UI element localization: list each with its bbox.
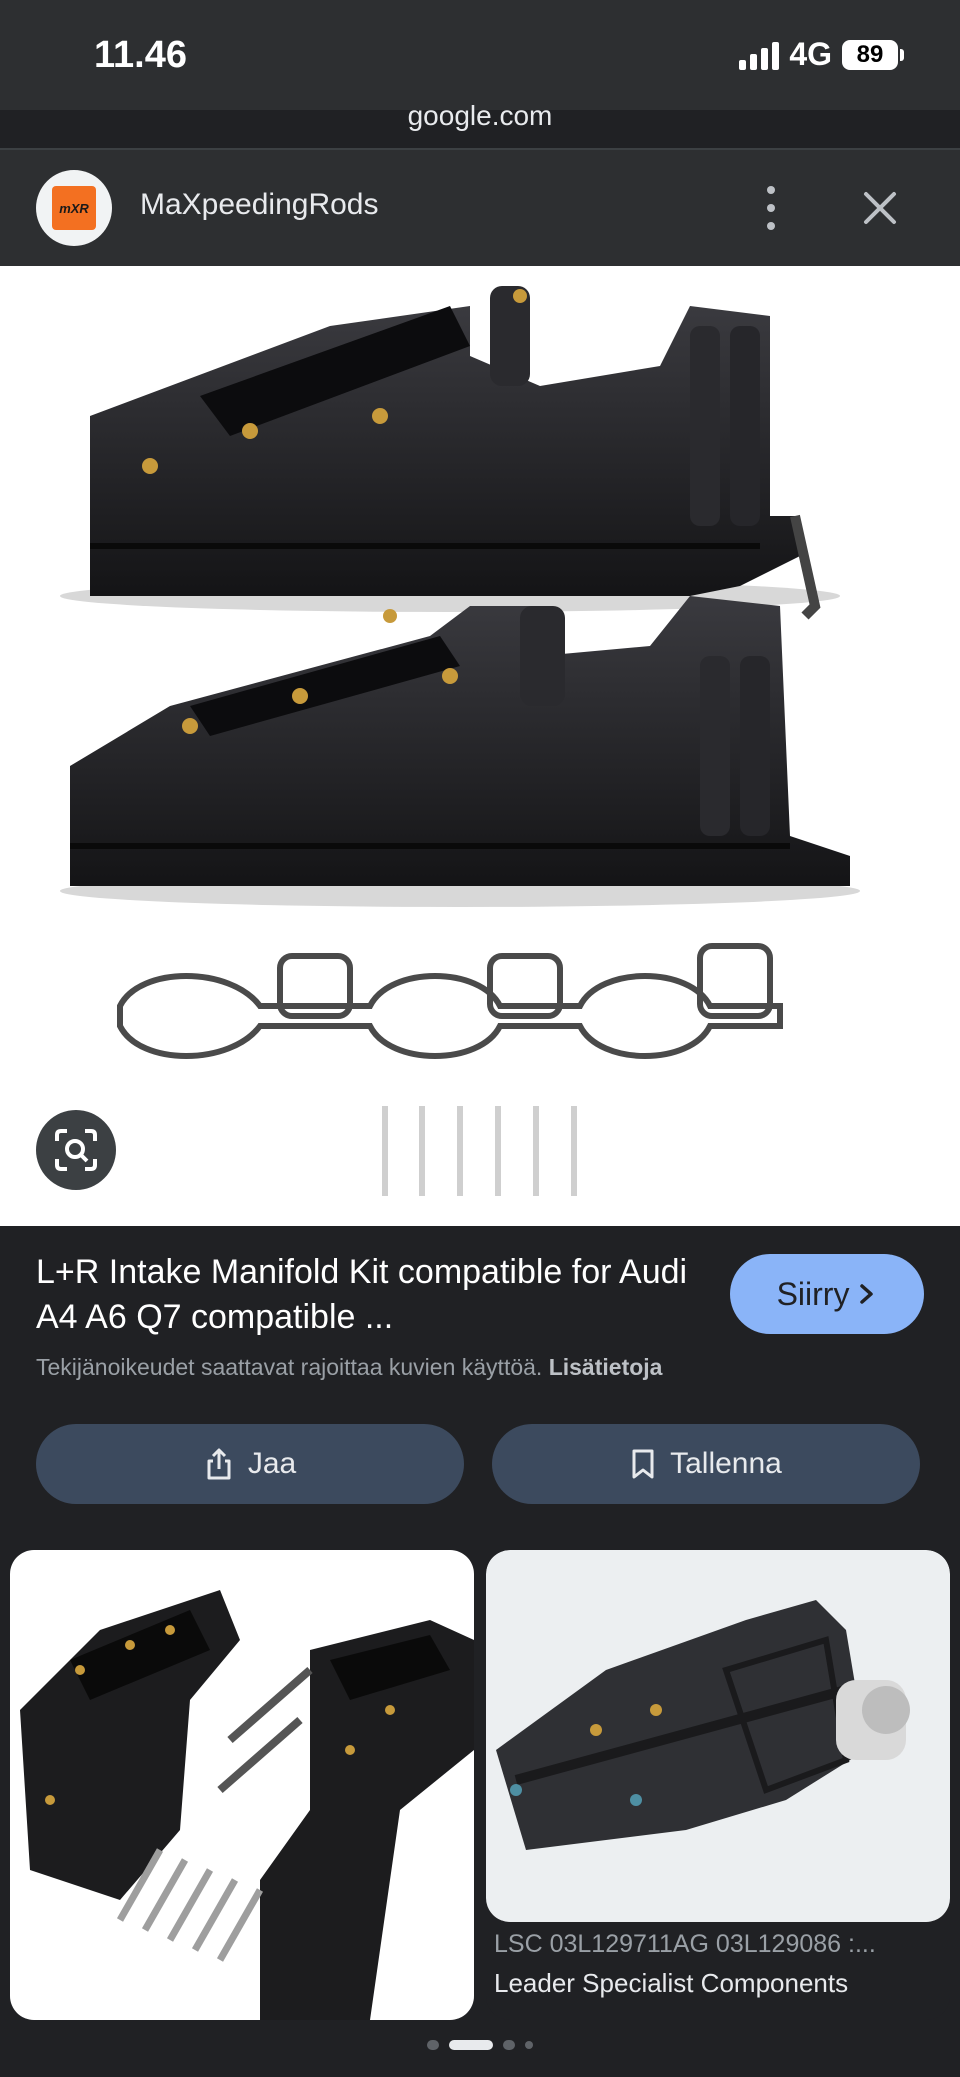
related-image-card[interactable] xyxy=(10,1550,474,2020)
related-image-thumbnail xyxy=(486,1550,950,1922)
url-domain[interactable]: google.com xyxy=(0,100,960,132)
hero-product-image[interactable] xyxy=(0,266,960,1226)
status-time: 11.46 xyxy=(94,34,187,76)
signal-icon xyxy=(739,40,780,70)
battery-level: 89 xyxy=(856,40,884,68)
result-title[interactable]: L+R Intake Manifold Kit compatible for A… xyxy=(36,1250,696,1340)
lens-icon xyxy=(55,1129,97,1171)
chevron-right-icon xyxy=(860,1284,874,1304)
gasket xyxy=(117,943,783,1059)
source-logo-mark: mXR xyxy=(52,186,96,230)
more-options-icon[interactable] xyxy=(756,186,786,230)
status-indicators: 4G 89 xyxy=(739,36,904,73)
manifold-top xyxy=(60,286,840,620)
related-title: LSC 03L129711AG 03L129086 :... xyxy=(494,1930,876,1958)
related-image-manifold-actuator xyxy=(496,1600,910,1850)
visit-button[interactable]: Siirry xyxy=(730,1254,924,1334)
copyright-notice: Tekijänoikeudet saattavat rajoittaa kuvi… xyxy=(36,1354,663,1380)
source-logo[interactable]: mXR xyxy=(36,170,112,246)
bookmark-icon xyxy=(632,1449,654,1479)
carousel-dot xyxy=(503,2040,515,2050)
carousel-dot-active xyxy=(449,2040,493,2050)
status-bar: 11.46 4G 89 xyxy=(0,0,960,110)
related-image-card[interactable]: LSC 03L129711AG 03L129086 :... Leader Sp… xyxy=(486,1550,950,2020)
close-icon[interactable] xyxy=(858,186,902,230)
save-label: Tallenna xyxy=(670,1447,782,1480)
carousel-dot xyxy=(525,2041,533,2049)
source-header: mXR MaXpeedingRods xyxy=(0,150,960,266)
manifold-bottom xyxy=(60,596,860,907)
related-image-manifold-kit xyxy=(20,1590,474,2020)
visit-label: Siirry xyxy=(776,1275,850,1312)
share-button[interactable]: Jaa xyxy=(36,1424,464,1504)
carousel-dot xyxy=(427,2040,439,2050)
share-icon xyxy=(207,1448,231,1480)
carousel-indicator xyxy=(0,2040,960,2050)
share-label: Jaa xyxy=(247,1447,297,1480)
network-type: 4G xyxy=(789,36,832,72)
learn-more-link[interactable]: Lisätietoja xyxy=(549,1354,663,1380)
lens-search-button[interactable] xyxy=(36,1110,116,1190)
related-source: Leader Specialist Components xyxy=(494,1968,849,1998)
bolts xyxy=(382,1106,577,1196)
source-name[interactable]: MaXpeedingRods xyxy=(140,188,379,222)
intake-manifold-illustration xyxy=(60,286,860,1196)
save-button[interactable]: Tallenna xyxy=(492,1424,920,1504)
battery-icon: 89 xyxy=(842,39,904,70)
